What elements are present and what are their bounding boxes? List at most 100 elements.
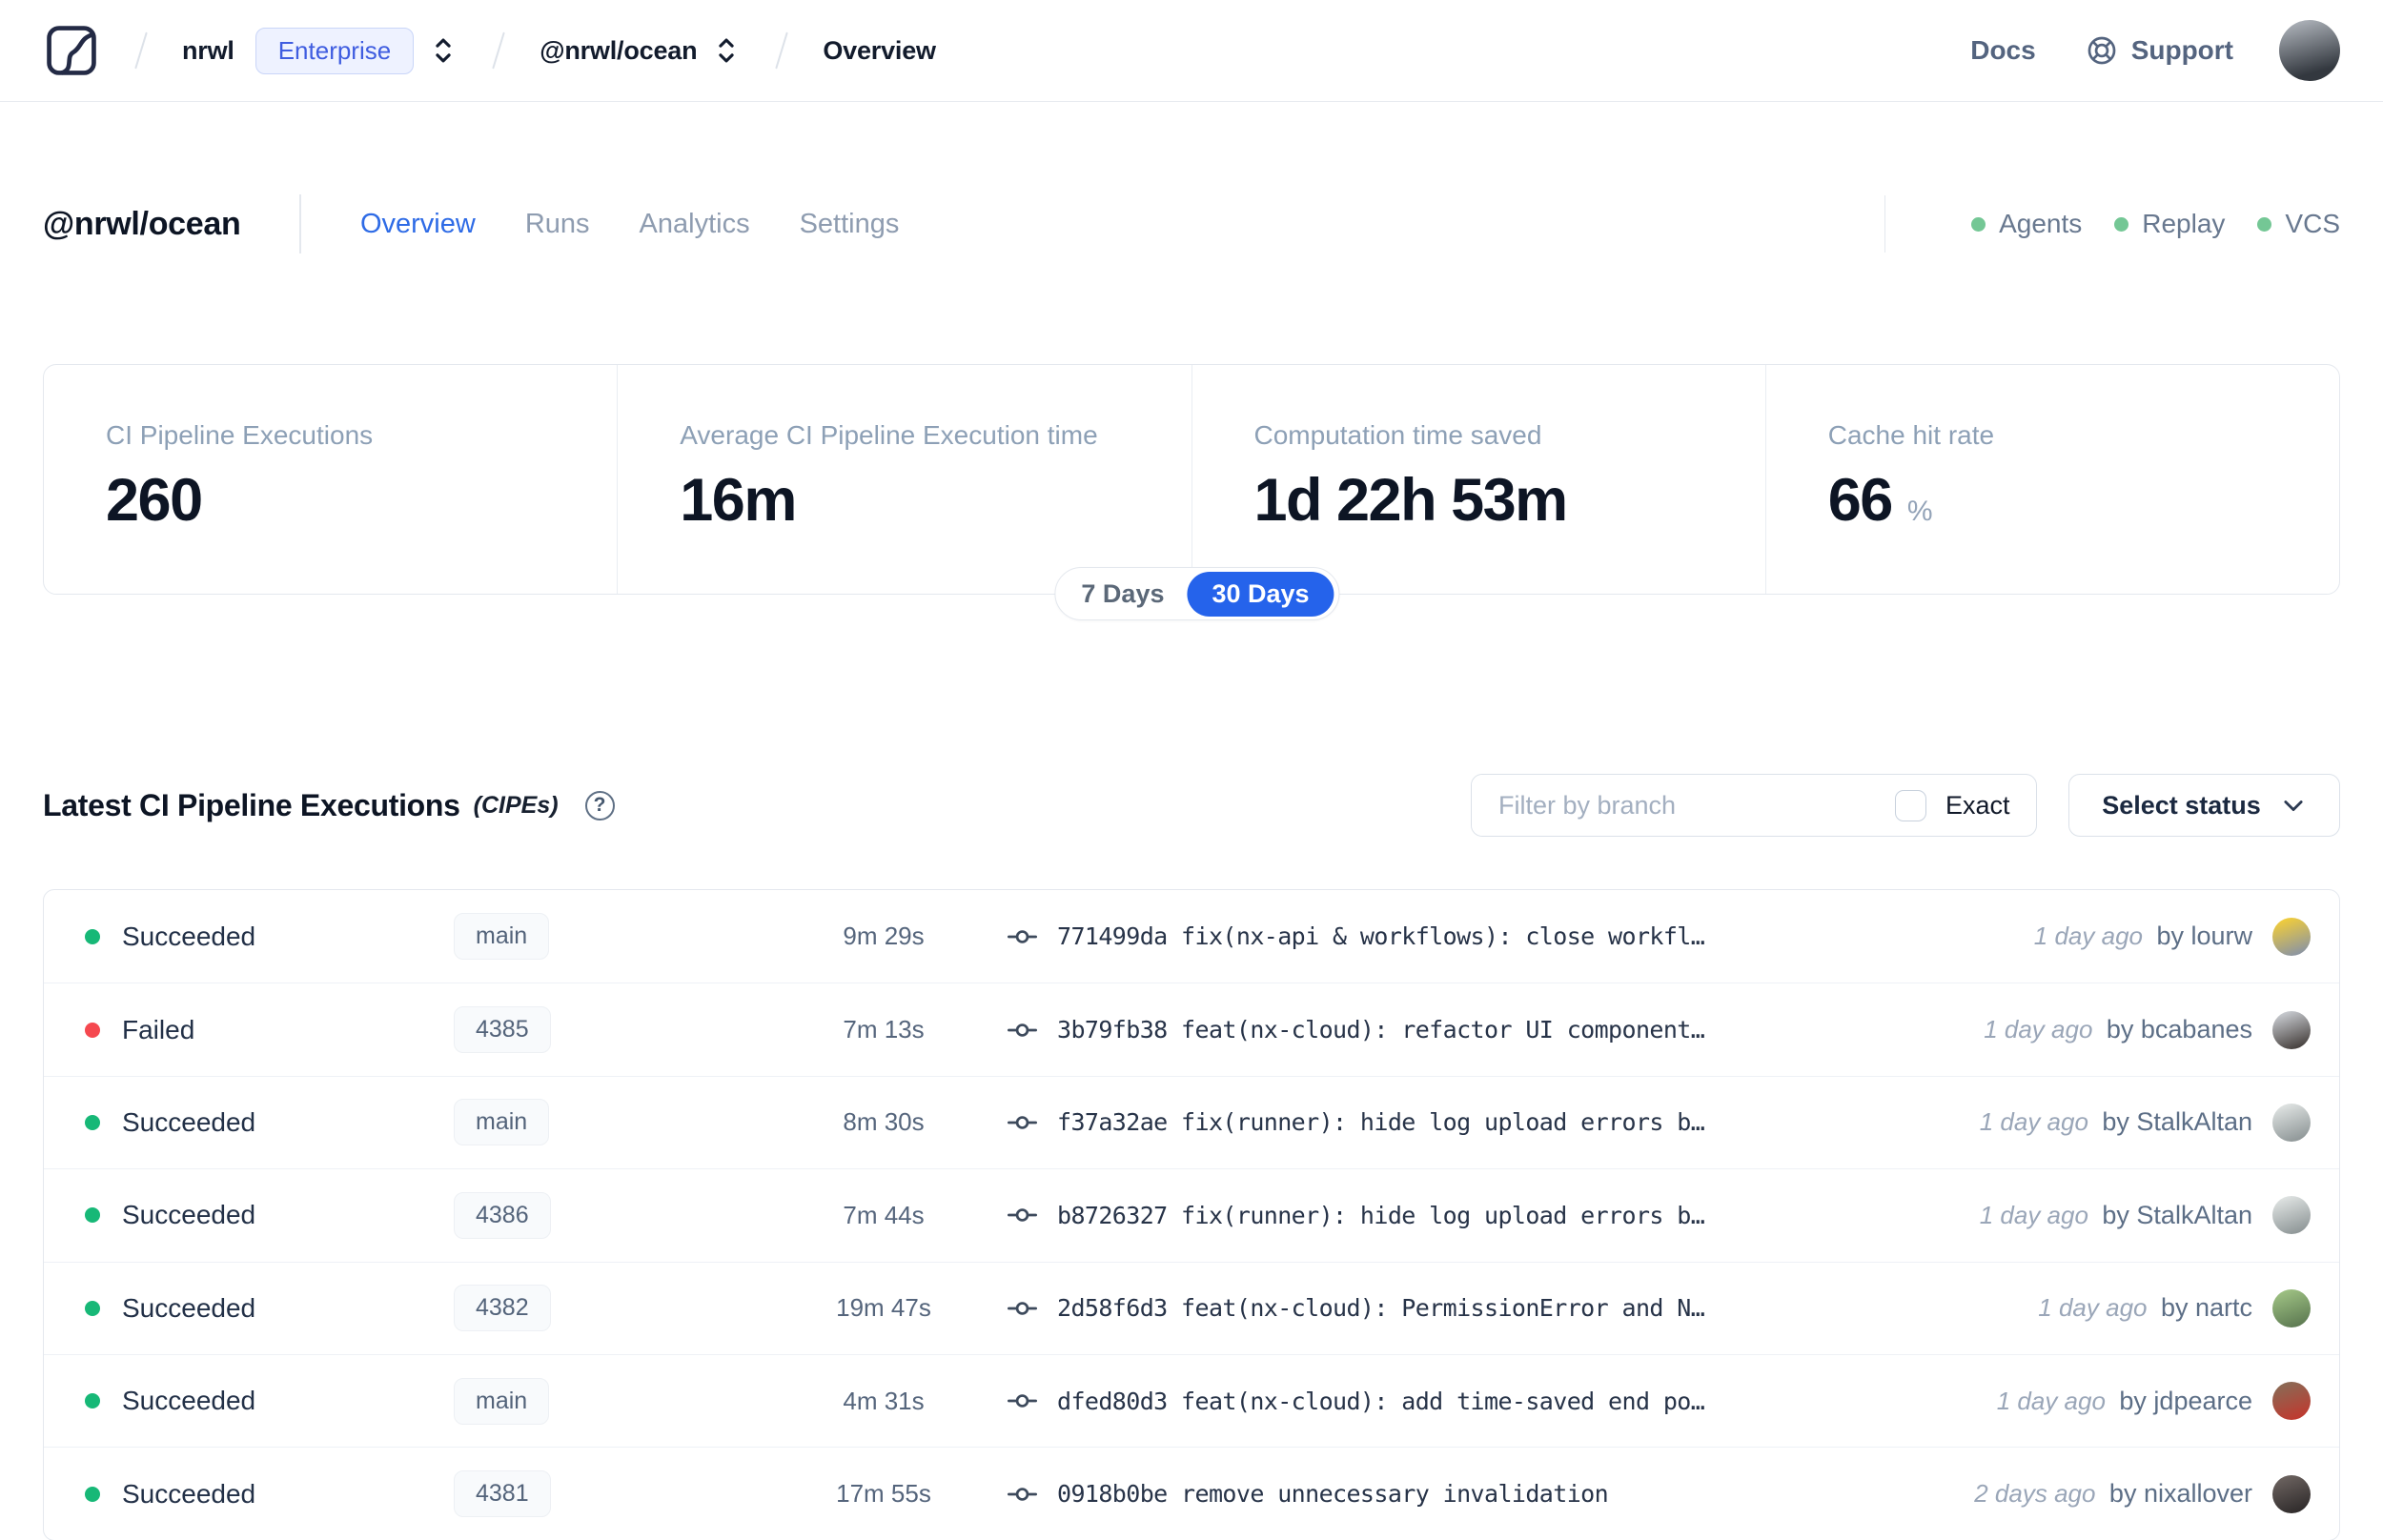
git-commit-icon [1008,1482,1037,1507]
avatar[interactable] [2272,1196,2311,1235]
period-option-30-days[interactable]: 30 Days [1187,571,1334,617]
avatar[interactable] [2272,1103,2311,1142]
commit-message[interactable]: f37a32ae fix(runner): hide log upload er… [1037,1108,1980,1136]
row-meta: 1 day ago by StalkAltan [1980,1107,2252,1137]
author-label[interactable]: by StalkAltan [2102,1107,2252,1136]
commit-message[interactable]: 0918b0be remove unnecessary invalidation [1037,1480,1974,1508]
status-label: Succeeded [122,1386,256,1416]
tab-settings[interactable]: Settings [800,209,900,240]
nx-cloud-logo-icon[interactable] [43,22,100,79]
top-navigation: nrwl Enterprise @nrwl/ocean Overview Doc… [0,0,2383,102]
indicator-vcs[interactable]: VCS [2257,209,2340,239]
support-label: Support [2130,35,2233,65]
branch-badge[interactable]: 4381 [454,1470,551,1518]
table-row[interactable]: Succeeded main 9m 29s 771499da fix(nx-ap… [44,890,2339,983]
table-row[interactable]: Succeeded 4381 17m 55s 0918b0be remove u… [44,1447,2339,1539]
stats-cards: CI Pipeline Executions 260 Average CI Pi… [43,364,2340,620]
indicator-divider [1884,195,1886,253]
tab-runs[interactable]: Runs [525,209,590,240]
author-label[interactable]: by nixallover [2109,1479,2252,1508]
branch-badge[interactable]: 4382 [454,1285,551,1332]
cipe-section-header: Latest CI Pipeline Executions (CIPEs) ? … [43,774,2340,837]
avatar[interactable] [2272,917,2311,956]
table-row[interactable]: Succeeded 4382 19m 47s 2d58f6d3 feat(nx-… [44,1261,2339,1354]
author-label[interactable]: by nartc [2161,1293,2252,1322]
header-divider [299,194,301,253]
author-label[interactable]: by lourw [2156,922,2252,950]
green-status-dot-icon [2114,216,2129,232]
commit-message[interactable]: 2d58f6d3 feat(nx-cloud): PermissionError… [1037,1294,2038,1322]
git-commit-icon [1008,924,1037,949]
avatar[interactable] [2272,1382,2311,1421]
commit-message[interactable]: b8726327 fix(runner): hide log upload er… [1037,1202,1980,1229]
status-dot-icon [85,1207,100,1224]
lifebuoy-icon [2088,36,2116,65]
git-commit-icon [1008,1296,1037,1321]
user-avatar[interactable] [2279,20,2340,81]
exact-toggle[interactable]: Exact [1863,775,2036,836]
workspace-tabs: Overview Runs Analytics Settings [360,209,899,240]
table-row[interactable]: Succeeded 4386 7m 44s b8726327 fix(runne… [44,1168,2339,1261]
docs-link[interactable]: Docs [1970,35,2035,66]
breadcrumb-workspace[interactable]: @nrwl/ocean [540,36,697,66]
table-row[interactable]: Failed 4385 7m 13s 3b79fb38 feat(nx-clou… [44,983,2339,1075]
avatar[interactable] [2272,1288,2311,1327]
status-dot-icon [85,1393,100,1409]
avatar[interactable] [2272,1474,2311,1513]
avatar[interactable] [2272,1010,2311,1049]
author-label[interactable]: by jdpearce [2119,1387,2252,1415]
chevron-down-icon [2284,800,2303,812]
stat-cache-hit-rate: Cache hit rate 66 % [1764,365,2339,594]
duration-label: 8m 30s [843,1107,925,1137]
indicator-replay[interactable]: Replay [2114,209,2225,239]
table-row[interactable]: Succeeded main 8m 30s f37a32ae fix(runne… [44,1075,2339,1168]
support-link[interactable]: Support [2086,34,2233,67]
section-title: Latest CI Pipeline Executions [43,787,460,822]
status-select-dropdown[interactable]: Select status [2068,774,2340,837]
branch-badge[interactable]: 4385 [454,1006,551,1054]
status-dot-icon [85,1022,100,1038]
cipe-table: Succeeded main 9m 29s 771499da fix(nx-ap… [43,889,2340,1540]
author-label[interactable]: by bcabanes [2107,1015,2252,1044]
status-label: Failed [122,1014,195,1044]
branch-filter-input[interactable] [1472,775,1863,836]
org-switcher-chevron-icon[interactable] [429,34,458,67]
breadcrumb-separator [492,31,506,70]
timestamp: 1 day ago [2038,1293,2148,1323]
indicator-agents[interactable]: Agents [1971,209,2082,239]
branch-badge[interactable]: main [454,913,550,961]
duration-label: 4m 31s [843,1386,925,1415]
row-meta: 1 day ago by nartc [2038,1293,2252,1323]
cipe-table-body: Succeeded main 9m 29s 771499da fix(nx-ap… [44,890,2339,1540]
timestamp: 1 day ago [1979,1107,2088,1137]
table-row[interactable]: Succeeded main 4m 31s dfed80d3 feat(nx-c… [44,1353,2339,1447]
timestamp: 1 day ago [1984,1015,2093,1044]
commit-message[interactable]: dfed80d3 feat(nx-cloud): add time-saved … [1037,1388,1997,1415]
git-commit-icon [1008,1203,1037,1227]
commit-message[interactable]: 771499da fix(nx-api & workflows): close … [1037,922,2034,950]
duration-label: 7m 13s [843,1015,925,1044]
breadcrumb-separator [134,31,148,70]
duration-label: 9m 29s [843,922,925,951]
exact-checkbox[interactable] [1895,789,1926,821]
tab-overview[interactable]: Overview [360,209,476,240]
branch-badge[interactable]: main [454,1377,550,1425]
breadcrumb-org[interactable]: nrwl [182,36,234,66]
author-label[interactable]: by StalkAltan [2102,1201,2252,1229]
git-commit-icon [1008,1110,1037,1135]
help-icon[interactable]: ? [584,790,615,821]
status-label: Succeeded [122,1478,256,1509]
breadcrumb-separator [775,31,789,70]
row-meta: 2 days ago by nixallover [1974,1479,2252,1509]
status-dot-icon [85,1114,100,1130]
branch-badge[interactable]: 4386 [454,1191,551,1239]
stat-ci-pipeline-executions: CI Pipeline Executions 260 [106,420,374,534]
status-dot-icon [85,1300,100,1316]
green-status-dot-icon [1971,216,1986,232]
commit-message[interactable]: 3b79fb38 feat(nx-cloud): refactor UI com… [1037,1016,1984,1044]
git-commit-icon [1008,1018,1037,1043]
tab-analytics[interactable]: Analytics [640,209,750,240]
branch-badge[interactable]: main [454,1099,550,1146]
period-option-7-days[interactable]: 7 Days [1081,579,1187,609]
workspace-switcher-chevron-icon[interactable] [712,34,741,67]
